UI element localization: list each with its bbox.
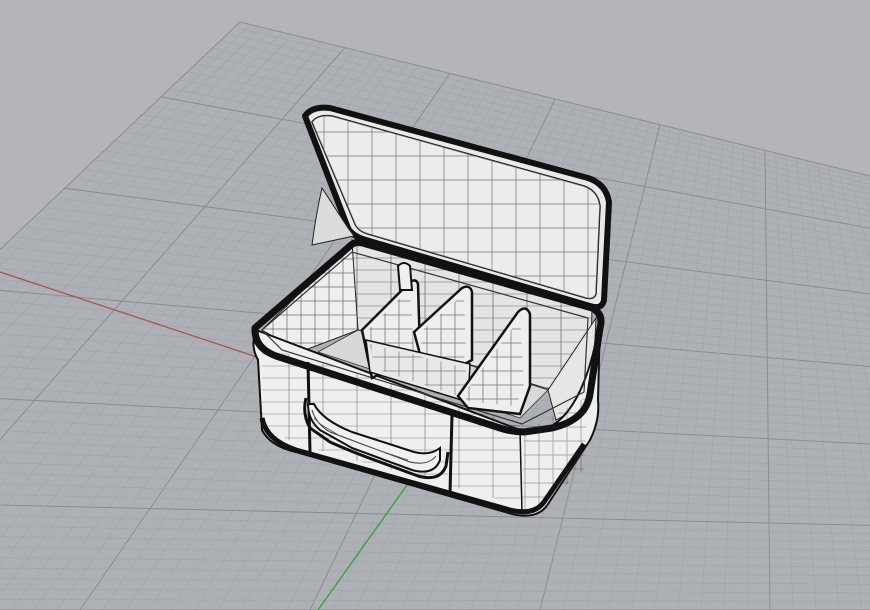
viewport-canvas[interactable] [0,0,870,610]
perspective-viewport[interactable] [0,0,870,610]
back-slot [396,262,414,291]
